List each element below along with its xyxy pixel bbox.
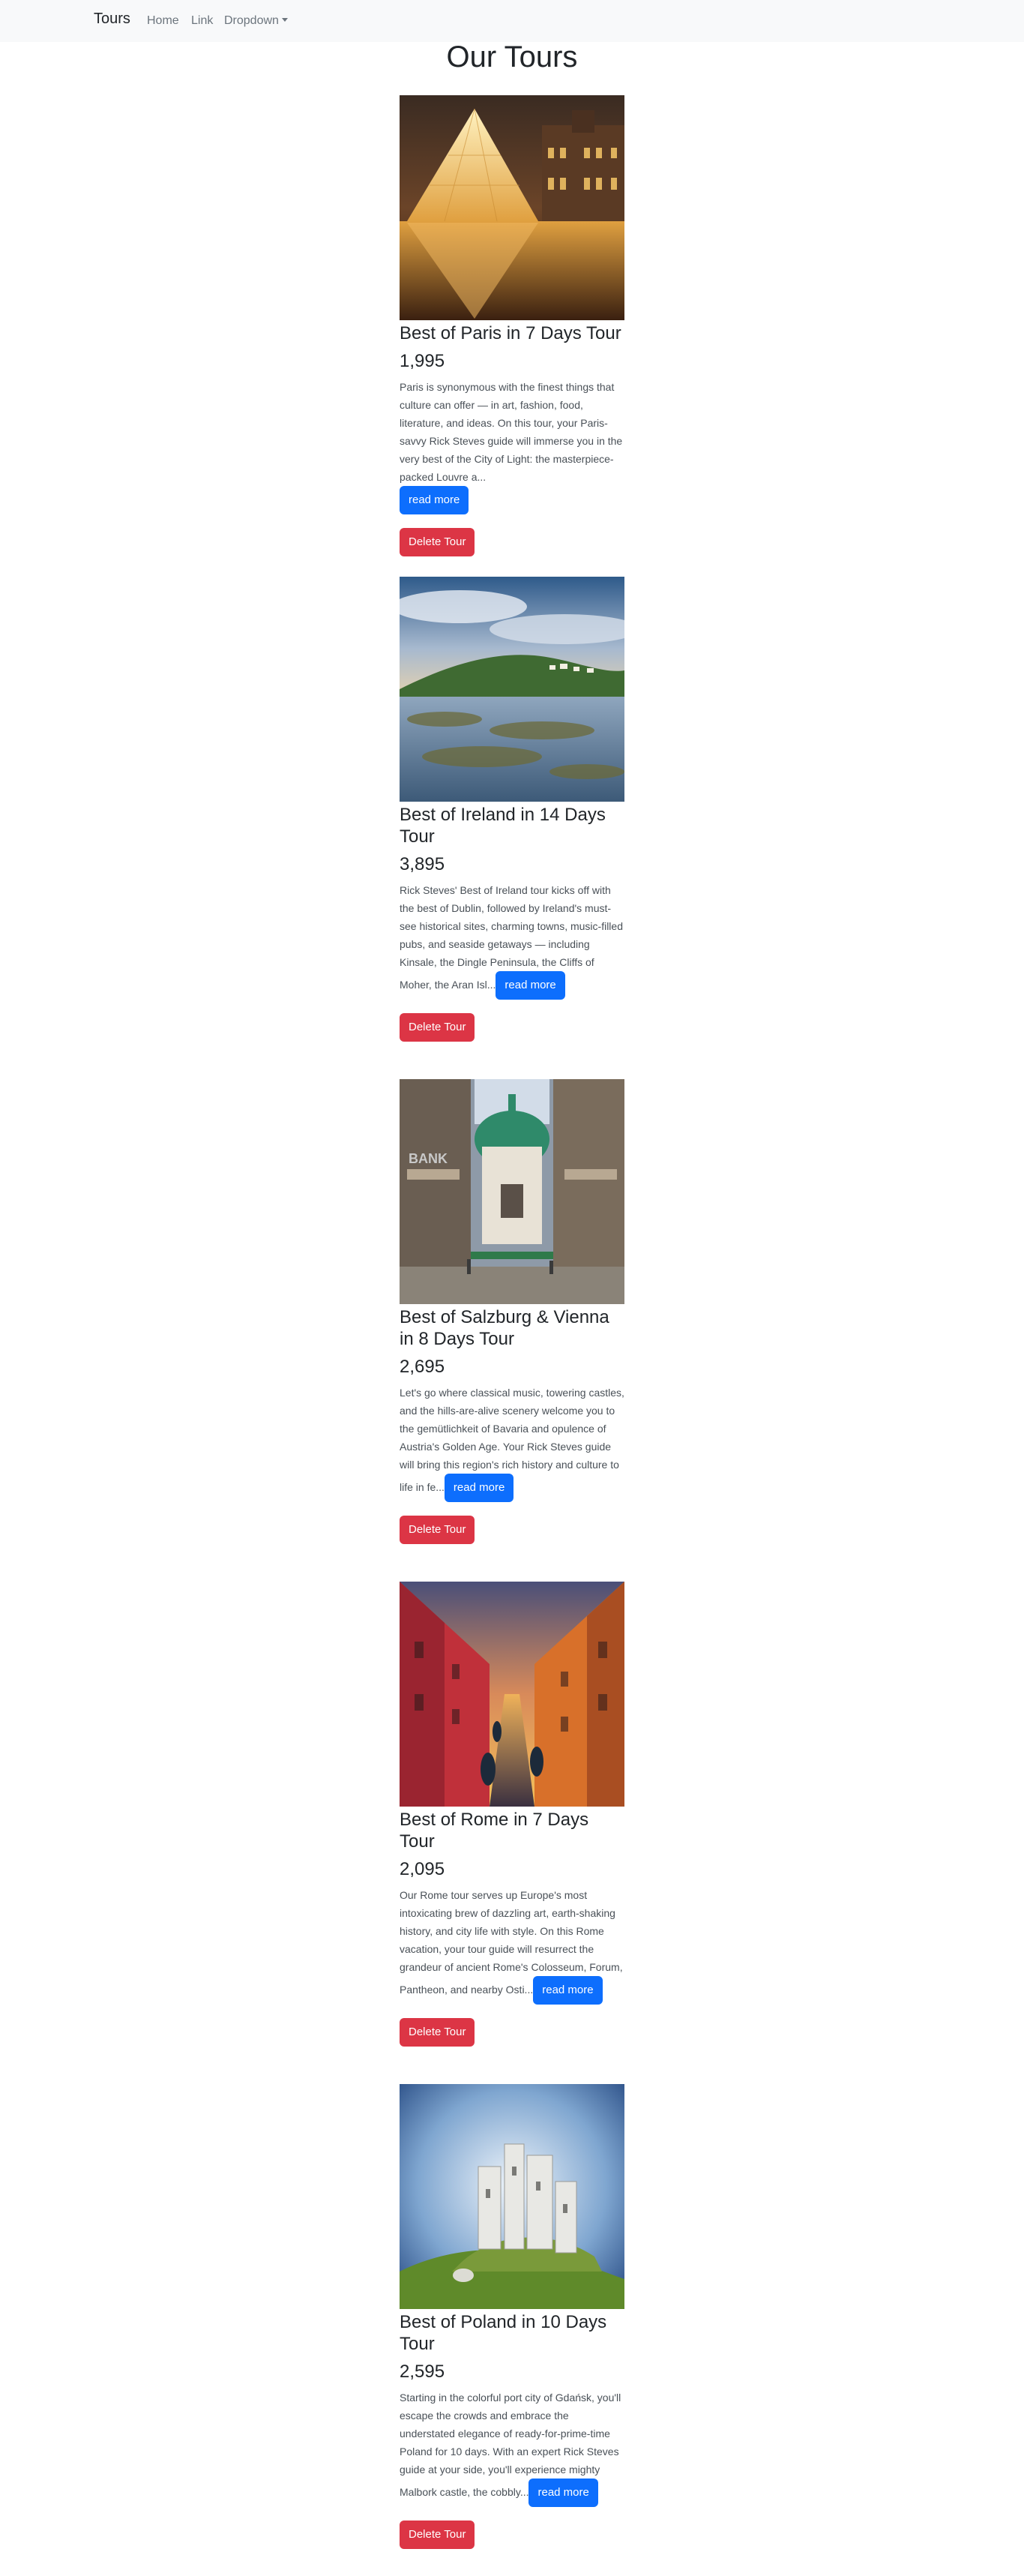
tour-info: Paris is synonymous with the finest thin… [400, 378, 624, 514]
delete-tour-button[interactable]: Delete Tour [400, 1516, 475, 1544]
read-more-button[interactable]: read more [528, 2479, 598, 2507]
delete-tour-button[interactable]: Delete Tour [400, 528, 475, 556]
read-more-button[interactable]: read more [533, 1976, 603, 2005]
tour-price: 3,895 [400, 854, 445, 874]
navbar-brand[interactable]: Tours [94, 10, 130, 28]
tour-card: Best of Poland in 10 Days Tour 2,595 Sta… [400, 2084, 624, 2549]
tour-image-poland [400, 2084, 624, 2309]
read-more-button[interactable]: read more [496, 971, 565, 1000]
delete-tour-button[interactable]: Delete Tour [400, 2521, 475, 2549]
delete-tour-button[interactable]: Delete Tour [400, 1013, 475, 1042]
chevron-down-icon [281, 18, 288, 22]
navbar: Tours Home Link Dropdown [0, 0, 1024, 42]
delete-tour-button[interactable]: Delete Tour [400, 2018, 475, 2047]
tour-card: Best of Paris in 7 Days Tour 1,995 Paris… [400, 95, 624, 556]
tour-card: BANK Best of Salzburg & Vienna in 8 Days… [400, 1079, 624, 1544]
read-more-button[interactable]: read more [444, 1474, 514, 1502]
nav-dropdown[interactable]: Dropdown [224, 14, 288, 28]
tour-card: Best of Ireland in 14 Days Tour 3,895 Ri… [400, 577, 624, 1042]
tour-price: 1,995 [400, 351, 445, 371]
tour-info: Let's go where classical music, towering… [400, 1384, 624, 1502]
tour-image-ireland [400, 577, 624, 802]
page-title: Our Tours [446, 40, 578, 73]
tour-info: Rick Steves' Best of Ireland tour kicks … [400, 881, 624, 1000]
tour-name: Best of Salzburg & Vienna in 8 Days Tour [400, 1307, 609, 1349]
tour-info: Starting in the colorful port city of Gd… [400, 2389, 624, 2507]
tour-card: Best of Rome in 7 Days Tour 2,095 Our Ro… [400, 1582, 624, 2047]
nav-dropdown-label: Dropdown [224, 14, 279, 27]
nav-link-link[interactable]: Link [191, 14, 213, 28]
tour-image-paris [400, 95, 624, 320]
tour-name: Best of Poland in 10 Days Tour [400, 2312, 607, 2354]
tour-image-salzburg-vienna: BANK [400, 1079, 624, 1304]
nav-link-home[interactable]: Home [147, 14, 179, 28]
tour-price: 2,595 [400, 2362, 445, 2382]
tour-name: Best of Rome in 7 Days Tour [400, 1810, 589, 1852]
tour-info-text: Paris is synonymous with the finest thin… [400, 381, 623, 483]
tour-name: Best of Paris in 7 Days Tour [400, 323, 621, 343]
tour-info: Our Rome tour serves up Europe's most in… [400, 1886, 624, 2005]
tour-price: 2,095 [400, 1859, 445, 1879]
svg-text:BANK: BANK [409, 1151, 448, 1166]
tour-image-rome [400, 1582, 624, 1807]
read-more-button[interactable]: read more [400, 486, 469, 514]
tour-name: Best of Ireland in 14 Days Tour [400, 805, 606, 847]
tour-price: 2,695 [400, 1357, 445, 1377]
